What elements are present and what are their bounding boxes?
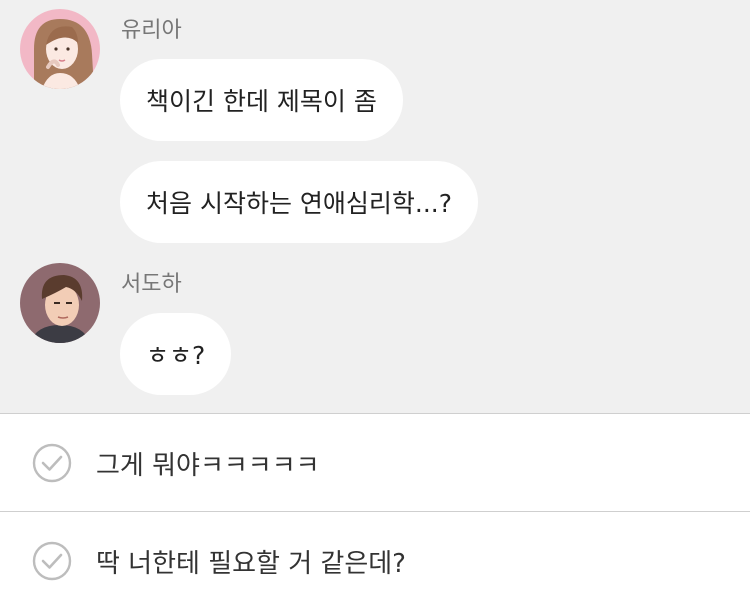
yuria-portrait-icon xyxy=(20,9,100,89)
message-text: 처음 시작하는 연애심리학...? xyxy=(146,189,453,218)
choice-label: 그게 뭐야ㅋㅋㅋㅋㅋ xyxy=(96,450,320,481)
message-text: 책이긴 한데 제목이 좀 xyxy=(146,87,377,116)
check-circle-icon xyxy=(32,443,72,483)
choice-label: 딱 너한테 필요할 거 같은데? xyxy=(96,548,406,579)
message-bubble: ㅎㅎ? xyxy=(120,313,232,395)
check-circle-icon xyxy=(32,541,72,581)
choice-option[interactable]: 그게 뭐야ㅋㅋㅋㅋㅋ xyxy=(0,415,750,511)
divider xyxy=(0,413,750,414)
avatar-doha xyxy=(20,263,100,343)
sender-name-yuria: 유리아 xyxy=(121,18,182,43)
chat-area: 유리아 책이긴 한데 제목이 좀 처음 시작하는 연애심리학...? 서도하 ㅎ… xyxy=(0,0,750,413)
choice-option[interactable]: 딱 너한테 필요할 거 같은데? xyxy=(0,513,750,609)
divider xyxy=(0,511,750,512)
message-bubble: 처음 시작하는 연애심리학...? xyxy=(120,161,479,243)
message-bubble: 책이긴 한데 제목이 좀 xyxy=(120,59,403,141)
message-text: ㅎㅎ? xyxy=(146,341,206,370)
avatar-yuria xyxy=(20,9,100,89)
sender-name-doha: 서도하 xyxy=(121,272,182,297)
doha-portrait-icon xyxy=(20,263,100,343)
